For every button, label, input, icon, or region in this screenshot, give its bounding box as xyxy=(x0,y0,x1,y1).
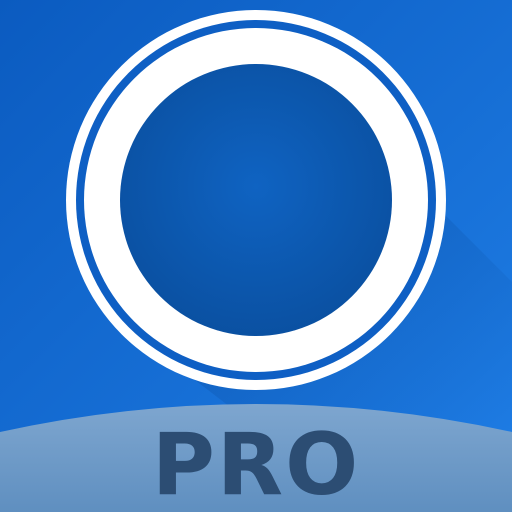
pro-badge-label: PRO xyxy=(151,415,361,512)
app-icon: PRO xyxy=(0,0,512,512)
inner-disc xyxy=(120,64,392,336)
